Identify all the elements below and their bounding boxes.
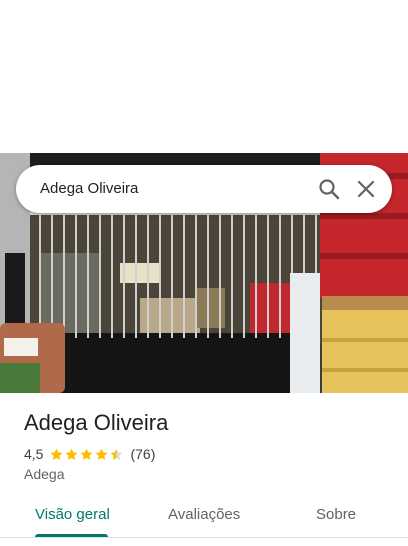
rating-row[interactable]: 4,5 (76) [24,445,155,463]
tab-overview[interactable]: Visão geral [35,506,110,523]
review-count[interactable]: (76) [130,446,155,462]
close-icon[interactable] [354,177,378,201]
search-input[interactable]: Adega Oliveira [40,180,138,197]
star-icon [111,448,123,460]
rating-stars [49,447,124,462]
star-icon [66,448,78,460]
search-icon[interactable] [317,177,341,201]
tabs-divider [0,537,408,538]
star-icon [96,448,108,460]
star-icon [51,448,63,460]
place-category[interactable]: Adega [24,466,64,482]
place-title: Adega Oliveira [24,410,169,435]
map-blank-area [0,0,408,153]
search-bar[interactable]: Adega Oliveira [16,165,392,213]
tab-reviews[interactable]: Avaliações [168,506,240,523]
tab-about[interactable]: Sobre [316,506,356,523]
star-icon [81,448,93,460]
place-tabs: Visão geral Avaliações Sobre [0,494,408,546]
rating-value: 4,5 [24,446,44,462]
